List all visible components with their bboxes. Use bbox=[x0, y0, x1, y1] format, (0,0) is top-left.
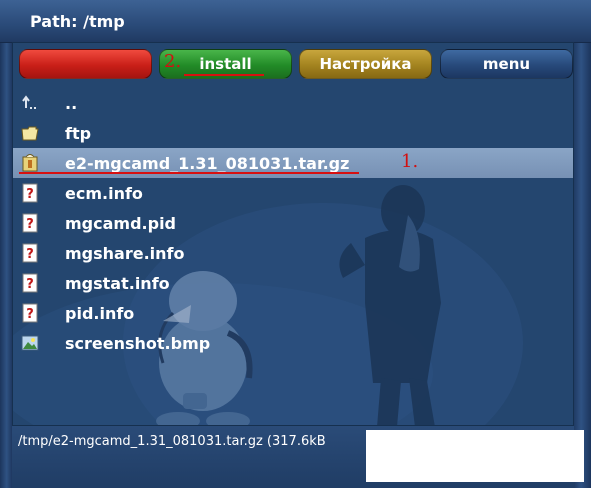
file-name: pid.info bbox=[65, 304, 135, 323]
title-bar: Path: /tmp bbox=[0, 0, 591, 43]
file-name: ftp bbox=[65, 124, 92, 143]
image-file-icon bbox=[21, 333, 39, 353]
file-row[interactable]: ? ecm.info bbox=[13, 178, 573, 208]
annotation-one: 1. bbox=[401, 151, 419, 172]
menu-button[interactable]: menu bbox=[440, 49, 573, 79]
file-name: mgshare.info bbox=[65, 244, 185, 263]
file-name: mgstat.info bbox=[65, 274, 170, 293]
window-frame-right bbox=[573, 0, 591, 488]
settings-button[interactable]: Настройка bbox=[299, 49, 432, 79]
file-name: mgcamd.pid bbox=[65, 214, 176, 233]
svg-text:?: ? bbox=[26, 187, 34, 202]
unknown-file-icon: ? bbox=[21, 273, 39, 293]
file-row-ftp[interactable]: ftp bbox=[13, 118, 573, 148]
unknown-file-icon: ? bbox=[21, 243, 39, 263]
install-underline bbox=[184, 74, 264, 76]
svg-text:?: ? bbox=[26, 307, 34, 322]
file-name: screenshot.bmp bbox=[65, 334, 211, 353]
redaction-patch bbox=[366, 430, 584, 482]
archive-icon bbox=[21, 153, 39, 173]
file-row[interactable]: screenshot.bmp bbox=[13, 328, 573, 358]
red-button[interactable] bbox=[19, 49, 152, 79]
annotation-two: 2. bbox=[164, 51, 182, 72]
unknown-file-icon: ? bbox=[21, 213, 39, 233]
file-list-panel: install Настройка menu 2. .. ftp e2-mgca… bbox=[12, 42, 574, 426]
window-frame-left bbox=[0, 0, 12, 488]
file-row[interactable]: ? mgshare.info bbox=[13, 238, 573, 268]
unknown-file-icon: ? bbox=[21, 183, 39, 203]
file-row-parent[interactable]: .. bbox=[13, 88, 573, 118]
file-name: e2-mgcamd_1.31_081031.tar.gz bbox=[65, 154, 350, 173]
selected-file-status: /tmp/e2-mgcamd_1.31_081031.tar.gz (317.6… bbox=[18, 434, 326, 449]
file-browser-window: Path: /tmp install Настройка menu 2. .. … bbox=[0, 0, 591, 488]
folder-icon bbox=[21, 123, 39, 143]
file-name: .. bbox=[65, 94, 78, 113]
parent-dir-icon bbox=[21, 93, 39, 113]
svg-text:?: ? bbox=[26, 217, 34, 232]
file-row[interactable]: ? pid.info bbox=[13, 298, 573, 328]
file-name: ecm.info bbox=[65, 184, 143, 203]
svg-text:?: ? bbox=[26, 247, 34, 262]
path-title: Path: /tmp bbox=[30, 12, 125, 31]
selected-file-underline bbox=[19, 172, 359, 174]
svg-text:?: ? bbox=[26, 277, 34, 292]
file-row[interactable]: ? mgcamd.pid bbox=[13, 208, 573, 238]
file-row[interactable]: ? mgstat.info bbox=[13, 268, 573, 298]
unknown-file-icon: ? bbox=[21, 303, 39, 323]
